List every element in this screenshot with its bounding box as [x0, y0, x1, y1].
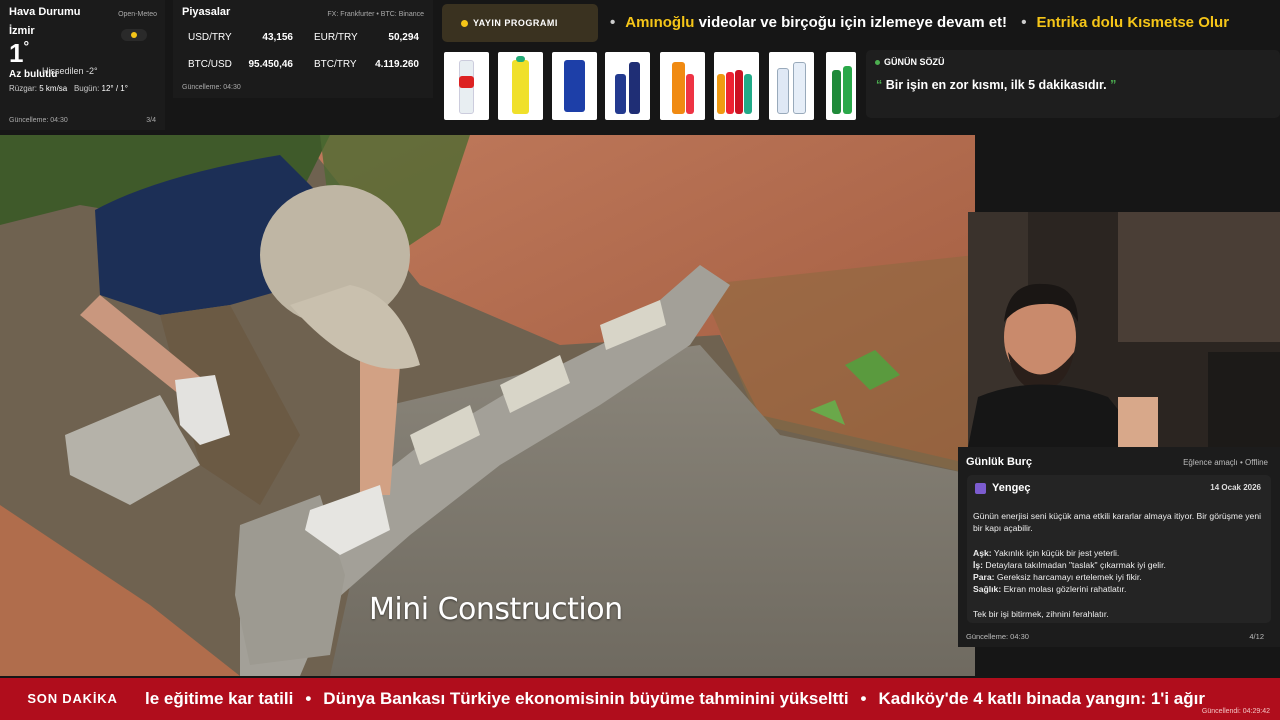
markets-updated: Güncelleme: 04:30 [182, 84, 241, 91]
ticker-bullet: • [610, 14, 616, 31]
horoscope-line-love: Aşk: Yakınlık için küçük bir jest yeterl… [973, 547, 1120, 558]
weather-wind-row: Rüzgar: 5 km/sa Bugün: 12° / 1° [9, 84, 128, 93]
video-caption: Mini Construction [369, 592, 623, 627]
water-bottle-image [444, 52, 489, 120]
sponsor-products-strip [442, 50, 858, 122]
horoscope-line-work: İş: Detaylara takılmadan "taslak" çıkarm… [973, 559, 1166, 570]
quote-label: GÜNÜN SÖZÜ [884, 57, 945, 67]
ticker-highlight: Amınoğlu [625, 14, 695, 31]
horoscope-body: Günün enerjisi seni küçük ama etkili kar… [973, 510, 1263, 620]
breaking-news-ticker: le eğitime kar tatili • Dünya Bankası Türk… [0, 678, 1280, 720]
horoscope-line-health: Sağlık: Ekran molası gözlerini rahatlatı… [973, 584, 1127, 595]
horoscope-date: 14 Ocak 2026 [1210, 483, 1261, 492]
market-pair-eurtry: EUR/TRY [314, 32, 358, 43]
blue-bottle-image [605, 52, 650, 120]
market-value-btcusd: 95.450,46 [248, 59, 294, 70]
main-video-player[interactable]: Mini Construction [0, 135, 975, 676]
market-value-usdtry: 43,156 [262, 32, 293, 43]
schedule-dot-icon [461, 20, 468, 27]
breaking-news-label: SON DAKİKA [0, 678, 145, 720]
weather-page-indicator: 3/4 [146, 117, 156, 124]
weather-updated: Güncelleme: 04:30 [9, 117, 68, 124]
schedule-badge: YAYIN PROGRAMI [442, 4, 598, 42]
quote-dot-icon [875, 60, 880, 65]
news-item: Kadıköy'de 4 katlı binada yangın: 1'i ağ… [878, 689, 1205, 708]
ticker-highlight: Entrika dolu Kısmetse Olur [1036, 14, 1230, 31]
horoscope-title: Günlük Burç [966, 456, 1033, 468]
horoscope-tag: Eğlence amaçlı • Offline [1183, 458, 1268, 467]
schedule-label: YAYIN PROGRAMI [473, 18, 558, 28]
horoscope-page-indicator: 4/12 [1249, 632, 1264, 641]
streamer-webcam [968, 212, 1280, 447]
market-pair-usdtry: USD/TRY [188, 32, 232, 43]
ticker-text: videolar ve birçoğu için izlemeye devam … [694, 14, 1008, 31]
lemon-soda-image [498, 52, 543, 120]
weather-widget: Hava Durumu Open-Meteo İzmir 1° Hissedil… [0, 0, 165, 130]
ticker-bullet: • [1021, 14, 1027, 31]
horoscope-updated: Güncelleme: 04:30 [966, 632, 1029, 641]
soda-pack-image [714, 52, 759, 120]
horoscope-sign: Yengeç [992, 482, 1031, 494]
news-item: Dünya Bankası Türkiye ekonomisinin büyüm… [323, 689, 849, 708]
weather-feels-like: Hissedilen -2° [42, 66, 98, 76]
can-drink-image [552, 52, 597, 120]
horoscope-outro: Tek bir işi bitirmek, zihnini ferahlatır… [973, 608, 1109, 619]
news-item: le eğitime kar tatili [145, 689, 294, 708]
horoscope-intro: Günün enerjisi seni küçük ama etkili kar… [973, 511, 1262, 534]
partly-cloudy-icon [121, 29, 147, 41]
weather-source: Open-Meteo [118, 11, 157, 18]
horoscope-line-money: Para: Gereksiz harcamayı ertelemek iyi f… [973, 572, 1142, 583]
market-pair-btctry: BTC/TRY [314, 59, 357, 70]
market-value-btctry: 4.119.260 [375, 59, 419, 70]
markets-source: FX: Frankfurter • BTC: Binance [327, 11, 424, 18]
horoscope-card: Yengeç 14 Ocak 2026 Günün enerjisi seni … [967, 475, 1271, 623]
schedule-ticker: • Amınoğlu videolar ve birçoğu için izlem… [600, 4, 1280, 42]
weather-temperature: 1° [9, 38, 30, 68]
green-soda-image [826, 52, 856, 120]
news-updated: Güncellendi: 04:29:42 [1201, 708, 1270, 715]
water-pack-image [769, 52, 814, 120]
news-items: le eğitime kar tatili • Dünya Bankası Türk… [145, 689, 1205, 708]
market-value-eurtry: 50,294 [388, 32, 419, 43]
orange-soda-image [660, 52, 705, 120]
markets-widget: Piyasalar FX: Frankfurter • BTC: Binance… [173, 0, 433, 98]
cancer-sign-icon [975, 483, 986, 494]
quote-of-day-panel: GÜNÜN SÖZÜ “ Bir işin en zor kısmı, ilk … [866, 50, 1280, 118]
quote-text: “ Bir işin en zor kısmı, ilk 5 dakikasıd… [876, 78, 1117, 92]
webcam-frame [968, 212, 1280, 447]
market-pair-btcusd: BTC/USD [188, 59, 232, 70]
daily-horoscope-panel: Günlük Burç Eğlence amaçlı • Offline Yen… [958, 447, 1280, 647]
